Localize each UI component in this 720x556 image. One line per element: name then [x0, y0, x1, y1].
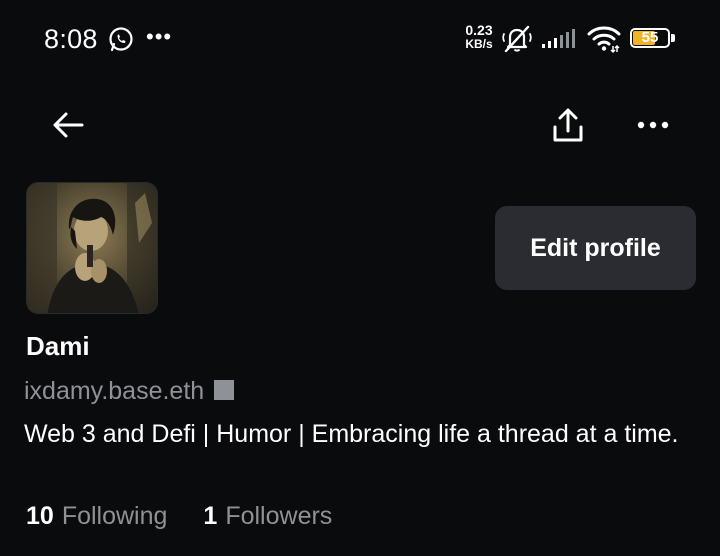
follow-stats: 10 Following 1 Followers [26, 502, 368, 531]
display-name: Dami [26, 331, 90, 361]
verification-square-icon [214, 379, 235, 400]
network-speed-value: 0.23 [465, 22, 493, 38]
network-speed: 0.23 KB/s [462, 23, 496, 51]
following-label: Following [61, 502, 168, 530]
whatsapp-icon [109, 27, 133, 52]
profile-avatar[interactable] [26, 182, 158, 314]
handle-row: ixdamy.base.eth [24, 377, 235, 406]
profile-bio: Web 3 and Defi | Humor | Embracing life … [24, 420, 679, 448]
battery-icon: 55 [630, 28, 676, 50]
more-options-button[interactable] [630, 106, 676, 144]
back-button[interactable] [46, 104, 90, 146]
edit-profile-button[interactable]: Edit profile [495, 206, 696, 290]
followers-stat[interactable]: 1 Followers [203, 502, 332, 531]
battery-level: 55 [641, 29, 659, 46]
username-handle[interactable]: ixdamy.base.eth [24, 377, 204, 406]
notification-overflow-icon: ••• [146, 24, 173, 49]
network-speed-unit: KB/s [465, 37, 493, 51]
cell-signal-icon [542, 29, 575, 48]
wifi-icon [587, 26, 621, 54]
followers-count: 1 [203, 502, 218, 530]
clock-time: 8:08 [44, 24, 98, 54]
following-stat[interactable]: 10 Following [26, 502, 167, 531]
share-upload-icon [553, 108, 583, 142]
more-horizontal-icon [637, 121, 669, 129]
status-bar: 8:08 ••• 0.23 KB/s 55 [0, 0, 720, 80]
followers-label: Followers [225, 502, 333, 530]
arrow-left-icon [53, 112, 84, 138]
bell-muted-icon [502, 25, 532, 53]
following-count: 10 [26, 502, 54, 530]
share-button[interactable] [546, 102, 590, 148]
avatar-image [27, 183, 157, 313]
